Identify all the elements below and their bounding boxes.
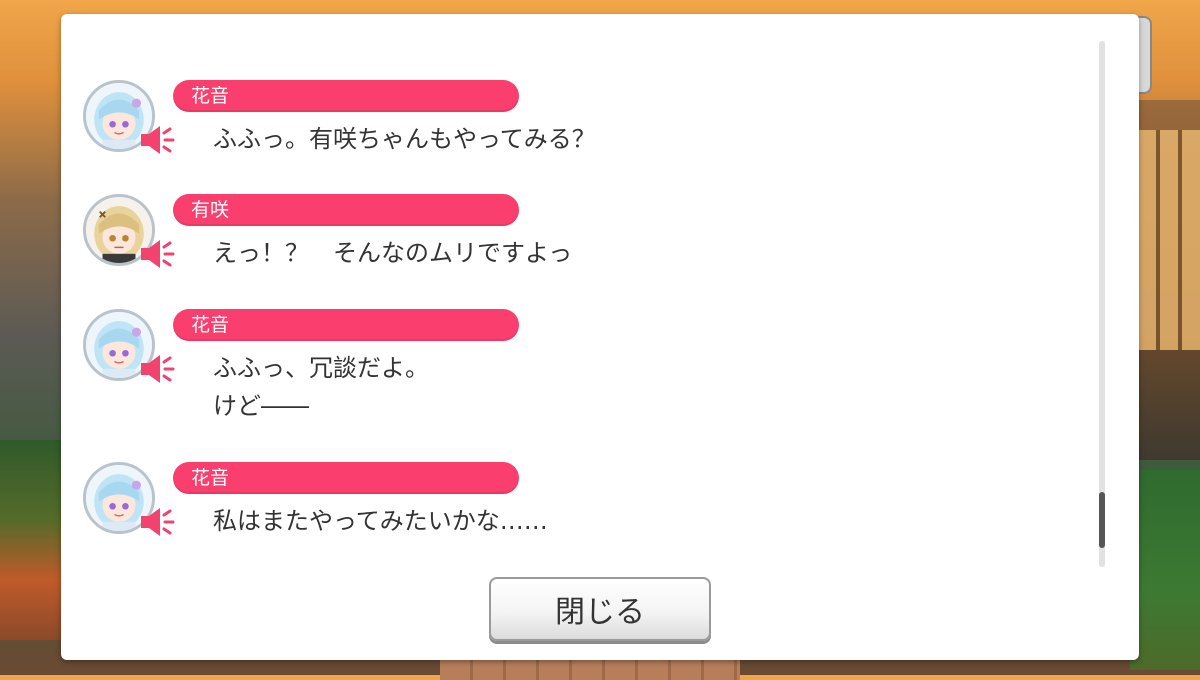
speaker-name: 花音 [173, 80, 519, 112]
speaker-name: 花音 [173, 462, 519, 494]
close-button[interactable]: 閉じる [489, 577, 711, 641]
dialogue-text: ふふっ。有咲ちゃんもやってみる？ [213, 125, 596, 153]
log-scroll-area[interactable]: 花音 ふふっ。有咲ちゃんもやってみる？ 有咲 えっ！？ そんなのムリですよっ 花… [61, 14, 1111, 574]
dialogue-text: えっ！？ そんなのムリですよっ [213, 239, 573, 267]
dialogue-text: ふふっ、冗談だよ。 けど―― [213, 354, 429, 420]
dialogue-text: 私はまたやってみたいかな…… [213, 507, 548, 535]
background-lawn-left [0, 440, 70, 640]
speaker-name: 有咲 [173, 194, 519, 226]
speaker-icon[interactable] [138, 352, 176, 386]
speaker-icon[interactable] [138, 237, 176, 271]
speaker-icon[interactable] [138, 123, 176, 157]
scrollbar-thumb[interactable] [1099, 492, 1105, 548]
log-scrollbar[interactable] [1099, 41, 1105, 567]
story-log-modal: 花音 ふふっ。有咲ちゃんもやってみる？ 有咲 えっ！？ そんなのムリですよっ 花… [61, 14, 1139, 660]
background-window [1138, 130, 1200, 350]
speaker-name: 花音 [173, 309, 519, 341]
background-lawn-right [1130, 470, 1200, 670]
close-button-label: 閉じる [555, 595, 645, 630]
speaker-icon[interactable] [138, 505, 176, 539]
